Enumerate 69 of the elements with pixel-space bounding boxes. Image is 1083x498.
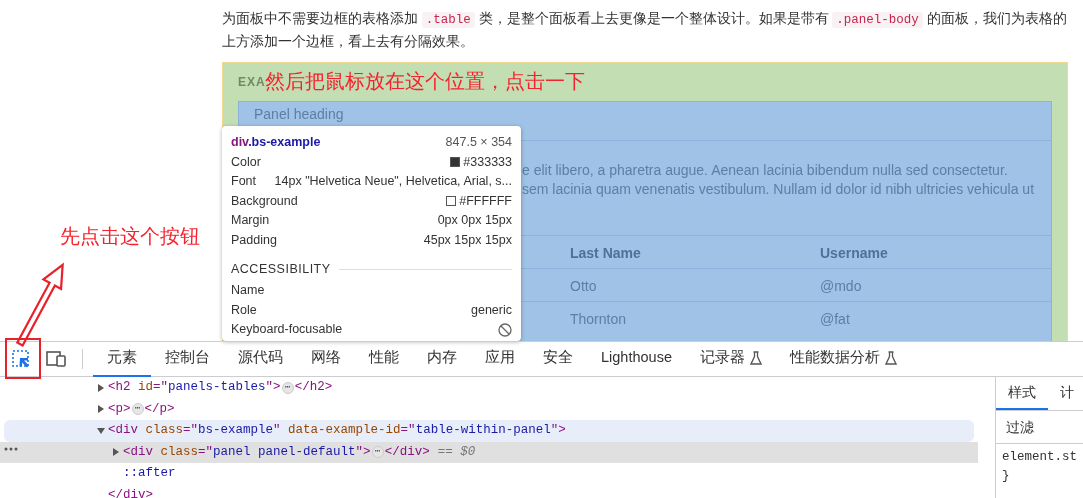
ellipsis-button[interactable]: ⋯ [371,446,384,459]
sidebar-tab[interactable]: 计 [1048,377,1083,410]
panel-tab[interactable]: 控制台 [151,341,224,377]
dom-line[interactable]: <div class="bs-example" data-example-id="table-within-panel"> [4,420,974,442]
table-cell: @mdo [820,278,862,294]
html-tag: </h2> [294,378,333,398]
column-header: Username [820,245,888,261]
panel-tab[interactable]: 安全 [529,341,587,377]
intro-paragraph: 为面板中不需要边框的表格添加 .table 类，是整个面板看上去更像是一个整体设计。如果是带有 .panel-body 的面板，我们为表格的上方添加一个边框，看上去有分隔效果。 [222,10,1068,51]
panel-tab[interactable]: 内存 [413,341,471,377]
example-label: EXA [238,75,266,89]
html-tag: </p> [144,399,175,419]
panel-tab[interactable]: Lighthouse [587,341,686,377]
pseudo-element: ::after [123,465,176,483]
table-cell: @fat [820,311,850,327]
dom-line[interactable]: <p> ⋯ </p> [0,398,978,420]
device-toolbar-button[interactable] [45,348,67,370]
element-size: 847.5 × 354 [445,134,512,152]
property-label: Padding [231,231,277,249]
html-tag: <div class="panel panel-default"> [123,442,371,462]
panel-tab[interactable]: 源代码 [224,341,297,377]
inspect-button[interactable] [10,348,32,370]
element-selector: div.bs-example [231,134,321,152]
panel-tab[interactable]: 元素 [93,341,151,377]
panel-tab[interactable]: 记录器 [685,341,776,377]
property-label: Margin [231,212,270,230]
dom-line[interactable]: ::after [0,463,978,485]
property-value: #333333 [463,153,512,171]
property-value: 0px 0px 15px [437,212,512,230]
property-label: Name [231,282,265,300]
section-title: ACCESSIBILITY [231,260,331,278]
expand-arrow-icon[interactable] [96,382,106,393]
selected-marker: == $0 [437,443,476,461]
style-rule: element.st [1002,450,1077,464]
more-icon[interactable] [4,446,18,451]
ellipsis-button[interactable]: ⋯ [281,381,294,394]
ellipsis-button[interactable]: ⋯ [131,403,144,416]
panel-tab[interactable]: 应用 [471,341,529,377]
property-value: #FFFFFF [459,192,512,210]
panel-tab[interactable]: 性能 [355,341,413,377]
expand-arrow-icon[interactable] [111,447,121,458]
panel-heading: Panel heading [254,106,344,122]
table-cell: Thornton [570,311,627,327]
highlight-frame [5,338,41,379]
property-label: Keyboard-focusable [231,321,343,339]
dom-line[interactable]: <h2 id="panels-tables"> ⋯ </h2> [0,377,978,399]
column-header: Last Name [570,245,641,261]
html-tag: <h2 id="panels-tables"> [108,378,281,398]
panel-tab[interactable]: 性能数据分析 [775,341,911,377]
table-cell: Otto [570,278,597,294]
annotation-text: 然后把鼠标放在这个位置，点击一下 [265,69,585,94]
body-text: sem lacinia quam venenatis vestibulum. Nullam id dolor id nibh ultricies vehicula ut [522,181,1035,197]
body-text: e elit libero, a pharetra augue. Aenean lacinia bibendum nulla sed consectetur. [522,162,1008,178]
html-tag: </div> [384,442,430,462]
panel-tab[interactable]: 网络 [297,341,355,377]
property-value: generic [471,301,512,319]
html-tag: <p> [108,399,131,419]
html-tag: <div class="bs-example" data-example-id="table-within-panel"> [108,421,566,441]
property-value: 14px "Helvetica Neue", Helvetica, Arial, s... [274,173,512,191]
property-label: Role [231,301,257,319]
annotation-text: 先点击这个按钮 [60,224,200,249]
style-rule: } [1002,469,1010,483]
property-label: Font [231,173,256,191]
expand-arrow-icon[interactable] [96,404,106,415]
property-label: Color [231,153,261,171]
collapse-arrow-icon[interactable] [96,425,106,436]
html-tag: </div> [108,485,153,498]
property-value: 45px 15px 15px [423,231,512,249]
property-label: Background [231,192,298,210]
